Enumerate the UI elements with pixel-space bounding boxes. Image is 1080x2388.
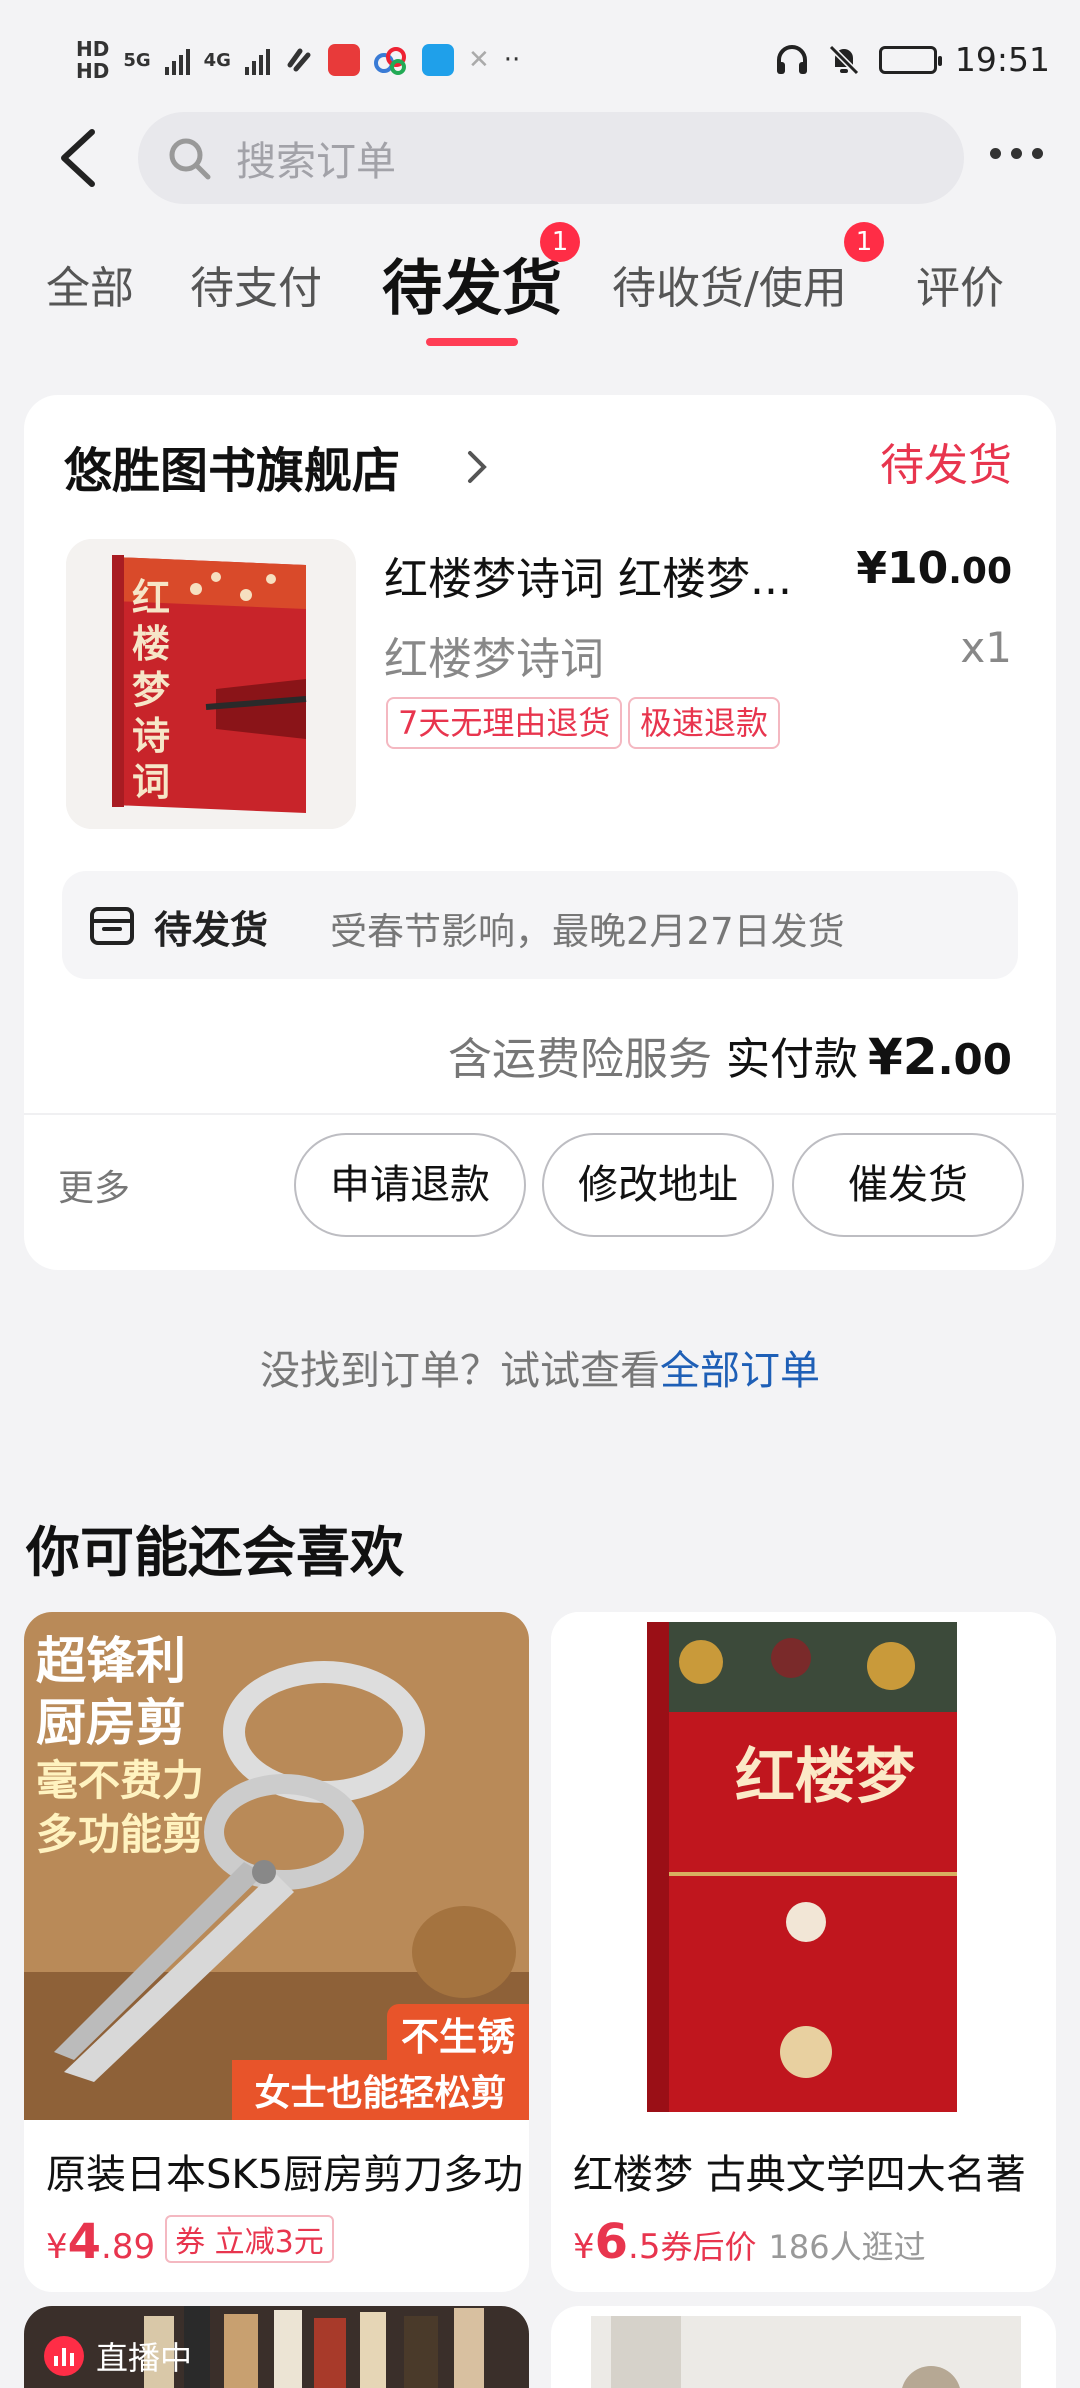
image-caption: 超锋利 厨房剪 毫不费力 多功能剪 [36, 1630, 286, 1862]
book-cover-title: 红楼梦诗词 [132, 575, 171, 804]
coupon-tag: 券 立减3元 [165, 2215, 334, 2263]
price-int: 6 [594, 2214, 629, 2270]
mute-bell-icon [828, 44, 860, 75]
urge-shipment-button[interactable]: 催发货 [792, 1133, 1024, 1237]
more-actions-link[interactable]: 更多 [58, 1159, 130, 1211]
price-decimal: .89 [101, 2227, 156, 2267]
fast-refund-tag: 极速退款 [628, 697, 781, 749]
shipping-info[interactable]: 待发货 受春节影响，最晚2月27日发货 [62, 871, 1018, 979]
coupon-note: 券后价 [660, 2228, 757, 2266]
no-order-hint: 没找到订单？试试查看全部订单 [0, 1338, 1080, 1396]
book-cover-image [66, 539, 356, 829]
caption-line: 毫不费力 [36, 1756, 205, 1805]
recommend-title: 你可能还会喜欢 [26, 1521, 404, 1584]
shipping-status: 待发货 [154, 908, 269, 952]
hd-indicator: HD HD [76, 37, 110, 83]
price-decimal: .00 [948, 551, 1012, 592]
change-address-button[interactable]: 修改地址 [542, 1133, 774, 1237]
recommend-item-price: ¥4.89 券 立减3元 [46, 2214, 334, 2270]
product-thumbnail[interactable]: 红楼梦诗词 [66, 539, 356, 829]
price-symbol: ¥ [46, 2227, 68, 2267]
request-refund-button[interactable]: 申请退款 [294, 1133, 526, 1237]
network-5g-label: 5G [123, 49, 151, 71]
caption-line: 超锋利 [36, 1632, 186, 1690]
payment-amount: ¥2.00 [868, 1028, 1012, 1086]
return-policy-tag: 7天无理由退货 [386, 697, 623, 749]
tab-badge: 1 [540, 222, 580, 262]
price-decimal: .5 [628, 2227, 661, 2267]
all-orders-link[interactable]: 全部订单 [660, 1348, 820, 1394]
close-icon: ✕ [467, 45, 490, 75]
recommend-item[interactable]: 红楼梦 红楼梦 古典文学四大名著 ¥6.5券后价 186人逛过 [551, 1612, 1056, 2292]
chevron-right-icon[interactable] [464, 447, 490, 487]
image-badge: 女士也能轻松剪 [232, 2060, 529, 2120]
tab-pending-receipt[interactable]: 待收货/使用 [612, 252, 847, 316]
tab-all[interactable]: 全部 [46, 252, 134, 316]
payment-service-label: 含运费险服务 [448, 1034, 712, 1085]
search-icon [169, 138, 211, 180]
recommend-item[interactable]: 超锋利 厨房剪 毫不费力 多功能剪 不生锈 女士也能轻松剪 原装日本SK5厨房剪… [24, 1612, 529, 2292]
payment-summary: 含运费险服务 实付款 ¥2.00 [448, 1023, 1012, 1087]
link-icon [287, 48, 311, 72]
headphones-icon [776, 44, 807, 74]
shop-name[interactable]: 悠胜图书旗舰店 [64, 431, 400, 501]
recommend-item-name: 红楼梦 古典文学四大名著 [573, 2152, 1026, 2198]
recommend-item-name: 原装日本SK5厨房剪刀多功 [46, 2152, 524, 2198]
clean-app-icon [421, 44, 454, 76]
tab-pending-shipment[interactable]: 待发货 [382, 240, 562, 327]
live-badge[interactable]: 直播中 [44, 2334, 192, 2378]
price-int: 4 [67, 2214, 102, 2270]
tab-review[interactable]: 评价 [916, 252, 1004, 316]
cloud-icon [373, 47, 406, 75]
status-right: 19:51 [775, 40, 1050, 79]
app-icon [327, 44, 360, 76]
visitor-count: 186人逛过 [768, 2228, 926, 2266]
book-product-image [551, 1612, 1056, 2120]
network-4g-label: 4G [203, 49, 231, 71]
image-badge: 不生锈 [386, 2004, 529, 2063]
package-icon [90, 907, 134, 945]
search-input[interactable]: 搜索订单 [138, 112, 964, 204]
signal-icon [164, 45, 190, 75]
product-title[interactable]: 红楼梦诗词 红楼梦... [384, 543, 824, 607]
search-placeholder: 搜索订单 [236, 139, 396, 185]
product-spec: 红楼梦诗词 [384, 634, 604, 685]
status-left: HD HD 5G 4G ✕ ·· [76, 38, 520, 82]
payment-int: ¥2 [868, 1028, 938, 1086]
more-menu-icon[interactable] [990, 148, 1043, 159]
book-cover-title: 红楼梦 [735, 1742, 915, 1812]
order-status: 待发货 [880, 440, 1012, 491]
live-icon [44, 2336, 84, 2376]
payment-decimal: .00 [937, 1035, 1012, 1084]
payment-label: 实付款 [726, 1034, 858, 1085]
price-symbol: ¥ [573, 2227, 595, 2267]
clock: 19:51 [954, 40, 1050, 79]
signal-icon [244, 45, 270, 75]
live-label: 直播中 [96, 2339, 193, 2377]
caption-line: 厨房剪 [36, 1694, 186, 1752]
book-product-image [591, 2316, 1021, 2388]
active-tab-indicator [426, 338, 518, 346]
battery-icon [878, 45, 942, 74]
product-quantity: x1 [960, 623, 1012, 672]
recommend-item[interactable] [551, 2306, 1056, 2388]
divider [24, 1113, 1056, 1115]
price-int: ¥10 [856, 543, 949, 594]
tab-pending-payment[interactable]: 待支付 [190, 252, 322, 316]
tab-badge: 1 [844, 222, 884, 262]
order-card[interactable]: 悠胜图书旗舰店 待发货 红楼梦诗词 红楼梦诗词 红楼梦... ¥10.00 红楼… [24, 395, 1056, 1270]
recommend-item-price: ¥6.5券后价 186人逛过 [573, 2214, 926, 2270]
shipping-note: 受春节影响，最晚2月27日发货 [330, 910, 845, 953]
status-bar: HD HD 5G 4G ✕ ·· 19:51 [0, 0, 1080, 120]
more-dots-icon: ·· [503, 45, 521, 75]
back-arrow-icon[interactable] [52, 126, 108, 190]
caption-line: 多功能剪 [36, 1810, 205, 1859]
product-price: ¥10.00 [856, 543, 1012, 594]
no-order-text: 没找到订单？试试查看 [260, 1348, 660, 1394]
